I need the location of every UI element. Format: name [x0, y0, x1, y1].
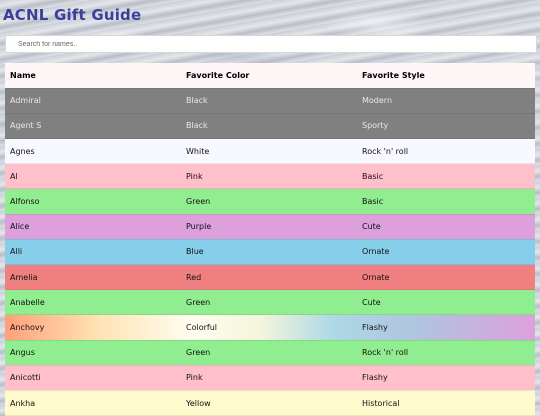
- table-row: Alice Purple Cute: [5, 214, 535, 240]
- cell-color: Black: [181, 88, 357, 114]
- cell-name: Alli: [5, 239, 181, 266]
- cell-style: Ornate: [357, 264, 535, 291]
- cell-name: Anabelle: [5, 289, 181, 316]
- table-row: Agnes White Rock 'n' roll: [5, 138, 535, 165]
- table-row: Anabelle Green Cute: [5, 289, 535, 316]
- cell-color: Green: [181, 188, 357, 215]
- cell-style: Modern: [357, 88, 535, 114]
- cell-style: Cute: [357, 214, 535, 240]
- table-header-row: Name Favorite Color Favorite Style: [5, 63, 535, 89]
- table-row: Anchovy Colorful Flashy: [5, 314, 535, 341]
- gift-table: Name Favorite Color Favorite Style Admir…: [5, 63, 535, 416]
- cell-name: Alfonso: [5, 188, 181, 215]
- cell-color: Colorful: [181, 314, 357, 341]
- cell-color: Pink: [181, 365, 357, 391]
- table-body: Admiral Black Modern Agent S Black Sporty Agne…: [5, 88, 535, 416]
- cell-color: Pink: [181, 163, 357, 190]
- cell-color: Black: [181, 113, 357, 140]
- cell-color: Red: [181, 264, 357, 291]
- search-input[interactable]: [18, 36, 536, 52]
- table-row: Anicotti Pink Flashy: [5, 365, 535, 391]
- table-row: Angus Green Rock 'n' roll: [5, 340, 535, 366]
- search-field[interactable]: [5, 35, 537, 53]
- table-row: Al Pink Basic: [5, 163, 535, 190]
- cell-name: Admiral: [5, 88, 181, 114]
- cell-name: Angus: [5, 340, 181, 366]
- gift-table-container: Name Favorite Color Favorite Style Admir…: [5, 63, 535, 416]
- cell-style: Historical: [357, 390, 535, 416]
- cell-style: Flashy: [357, 365, 535, 391]
- table-row: Amelia Red Ornate: [5, 264, 535, 291]
- cell-style: Basic: [357, 188, 535, 215]
- cell-color: Yellow: [181, 390, 357, 416]
- table-row: Alfonso Green Basic: [5, 188, 535, 215]
- cell-color: White: [181, 138, 357, 165]
- column-header-name[interactable]: Name: [5, 63, 181, 89]
- cell-color: Green: [181, 340, 357, 366]
- table-row: Admiral Black Modern: [5, 88, 535, 114]
- cell-name: Anicotti: [5, 365, 181, 391]
- cell-name: Agent S: [5, 113, 181, 140]
- cell-style: Flashy: [357, 314, 535, 341]
- cell-name: Amelia: [5, 264, 181, 291]
- cell-name: Ankha: [5, 390, 181, 416]
- cell-name: Alice: [5, 214, 181, 240]
- cell-name: Anchovy: [5, 314, 181, 341]
- cell-style: Ornate: [357, 239, 535, 266]
- cell-style: Basic: [357, 163, 535, 190]
- table-row: Alli Blue Ornate: [5, 239, 535, 266]
- cell-name: Al: [5, 163, 181, 190]
- column-header-favorite-color[interactable]: Favorite Color: [181, 63, 357, 89]
- cell-color: Blue: [181, 239, 357, 266]
- cell-style: Rock 'n' roll: [357, 138, 535, 165]
- table-row: Ankha Yellow Historical: [5, 390, 535, 416]
- cell-color: Green: [181, 289, 357, 316]
- cell-style: Rock 'n' roll: [357, 340, 535, 366]
- cell-style: Sporty: [357, 113, 535, 140]
- table-row: Agent S Black Sporty: [5, 113, 535, 140]
- column-header-favorite-style[interactable]: Favorite Style: [357, 63, 535, 89]
- cell-color: Purple: [181, 214, 357, 240]
- page-title: ACNL Gift Guide: [3, 6, 142, 24]
- cell-style: Cute: [357, 289, 535, 316]
- cell-name: Agnes: [5, 138, 181, 165]
